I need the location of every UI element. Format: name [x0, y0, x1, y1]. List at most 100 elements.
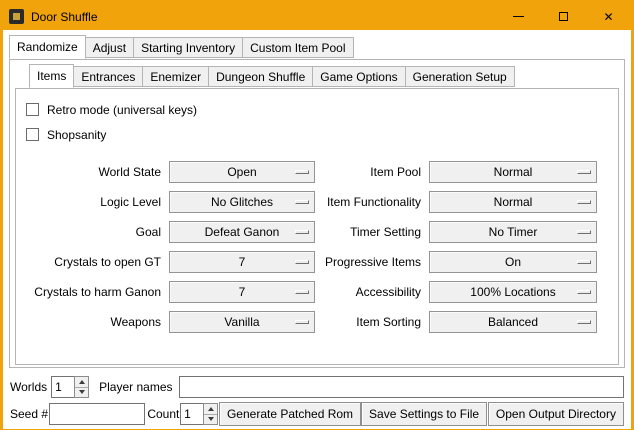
progressive-items-label: Progressive Items — [320, 255, 424, 269]
world-state-dropdown[interactable]: Open — [169, 161, 315, 183]
crystals-open-gt-value: 7 — [239, 255, 246, 269]
seed-label: Seed # — [10, 407, 48, 421]
accessibility-value: 100% Locations — [470, 285, 555, 299]
item-sorting-value: Balanced — [488, 315, 538, 329]
timer-setting-dropdown[interactable]: No Timer — [429, 221, 597, 243]
open-output-directory-button[interactable]: Open Output Directory — [488, 402, 624, 426]
door-shuffle-window: Door Shuffle ✕ Randomize Adjust Starting… — [0, 0, 634, 430]
weapons-value: Vanilla — [224, 315, 259, 329]
item-sorting-dropdown[interactable]: Balanced — [429, 311, 597, 333]
tab-adjust[interactable]: Adjust — [85, 37, 134, 58]
worlds-spin-down-button[interactable] — [75, 387, 88, 398]
logic-level-label: Logic Level — [26, 195, 164, 209]
logic-level-value: No Glitches — [211, 195, 273, 209]
app-icon — [9, 9, 24, 24]
timer-setting-label: Timer Setting — [320, 225, 424, 239]
dropdown-indicator-icon — [577, 290, 591, 294]
dropdown-indicator-icon — [295, 320, 309, 324]
retro-mode-label: Retro mode (universal keys) — [47, 103, 197, 117]
subtab-enemizer[interactable]: Enemizer — [142, 66, 209, 87]
goal-value: Defeat Ganon — [205, 225, 280, 239]
close-icon: ✕ — [603, 11, 613, 23]
timer-setting-value: No Timer — [489, 225, 538, 239]
subtab-generation-setup[interactable]: Generation Setup — [405, 66, 515, 87]
crystals-harm-ganon-label: Crystals to harm Ganon — [26, 285, 164, 299]
progressive-items-dropdown[interactable]: On — [429, 251, 597, 273]
dropdown-indicator-icon — [295, 290, 309, 294]
accessibility-label: Accessibility — [320, 285, 424, 299]
worlds-label: Worlds — [10, 380, 47, 394]
spin-up-icon — [79, 380, 85, 384]
subtab-entrances[interactable]: Entrances — [73, 66, 143, 87]
item-pool-dropdown[interactable]: Normal — [429, 161, 597, 183]
count-spinbox — [180, 403, 218, 425]
weapons-label: Weapons — [26, 315, 164, 329]
logic-level-dropdown[interactable]: No Glitches — [169, 191, 315, 213]
tab-starting-inventory[interactable]: Starting Inventory — [133, 37, 243, 58]
subtab-items[interactable]: Items — [29, 64, 74, 88]
maximize-icon — [559, 12, 568, 21]
player-names-label: Player names — [99, 380, 172, 394]
worlds-input[interactable] — [51, 376, 74, 398]
randomize-pane: Items Entrances Enemizer Dungeon Shuffle… — [9, 59, 625, 368]
seed-input[interactable] — [49, 403, 145, 425]
sub-tab-bar: Items Entrances Enemizer Dungeon Shuffle… — [29, 64, 619, 88]
spin-down-icon — [79, 390, 85, 394]
item-sorting-label: Item Sorting — [320, 315, 424, 329]
item-functionality-label: Item Functionality — [320, 195, 424, 209]
main-tab-bar: Randomize Adjust Starting Inventory Cust… — [9, 35, 625, 59]
window-content: Randomize Adjust Starting Inventory Cust… — [3, 30, 631, 429]
count-spin-up-button[interactable] — [204, 404, 217, 414]
tab-custom-item-pool[interactable]: Custom Item Pool — [242, 37, 353, 58]
count-label: Count — [147, 407, 179, 421]
worlds-spin-up-button[interactable] — [75, 377, 88, 387]
dropdown-indicator-icon — [577, 320, 591, 324]
worlds-spinbox — [51, 376, 89, 398]
player-names-input[interactable] — [179, 376, 625, 398]
bottom-frame: Worlds Player names Seed # — [9, 368, 625, 429]
crystals-open-gt-dropdown[interactable]: 7 — [169, 251, 315, 273]
generate-patched-rom-button[interactable]: Generate Patched Rom — [219, 402, 361, 426]
dropdown-indicator-icon — [577, 170, 591, 174]
options-grid: World State Open Item Pool Normal Logic … — [26, 161, 612, 333]
retro-mode-checkbox-box[interactable] — [26, 103, 39, 116]
item-pool-value: Normal — [494, 165, 533, 179]
progressive-items-value: On — [505, 255, 521, 269]
subtab-dungeon-shuffle[interactable]: Dungeon Shuffle — [208, 66, 313, 87]
subtab-game-options[interactable]: Game Options — [312, 66, 405, 87]
accessibility-dropdown[interactable]: 100% Locations — [429, 281, 597, 303]
dropdown-indicator-icon — [577, 200, 591, 204]
checkbox-retro-mode[interactable]: Retro mode (universal keys) — [26, 97, 612, 122]
spin-up-icon — [208, 407, 214, 411]
item-pool-label: Item Pool — [320, 165, 424, 179]
dropdown-indicator-icon — [295, 260, 309, 264]
shopsanity-label: Shopsanity — [47, 128, 106, 142]
goal-dropdown[interactable]: Defeat Ganon — [169, 221, 315, 243]
maximize-button[interactable] — [541, 3, 586, 30]
checkbox-shopsanity[interactable]: Shopsanity — [26, 122, 612, 147]
minimize-button[interactable] — [496, 3, 541, 30]
save-settings-button[interactable]: Save Settings to File — [361, 402, 487, 426]
items-pane: Retro mode (universal keys) Shopsanity W… — [15, 88, 619, 365]
worlds-row: Worlds Player names — [10, 375, 624, 399]
item-functionality-dropdown[interactable]: Normal — [429, 191, 597, 213]
seed-row: Seed # Count Generate Patched Rom Save S… — [10, 402, 624, 426]
titlebar[interactable]: Door Shuffle ✕ — [3, 3, 631, 30]
crystals-harm-ganon-dropdown[interactable]: 7 — [169, 281, 315, 303]
count-spin-down-button[interactable] — [204, 414, 217, 425]
world-state-value: Open — [227, 165, 256, 179]
dropdown-indicator-icon — [295, 200, 309, 204]
crystals-harm-ganon-value: 7 — [239, 285, 246, 299]
dropdown-indicator-icon — [295, 170, 309, 174]
count-input[interactable] — [180, 403, 203, 425]
goal-label: Goal — [26, 225, 164, 239]
weapons-dropdown[interactable]: Vanilla — [169, 311, 315, 333]
world-state-label: World State — [26, 165, 164, 179]
crystals-open-gt-label: Crystals to open GT — [26, 255, 164, 269]
dropdown-indicator-icon — [295, 230, 309, 234]
shopsanity-checkbox-box[interactable] — [26, 128, 39, 141]
close-button[interactable]: ✕ — [586, 3, 631, 30]
tab-randomize[interactable]: Randomize — [9, 35, 86, 59]
dropdown-indicator-icon — [577, 260, 591, 264]
window-title: Door Shuffle — [31, 10, 98, 24]
